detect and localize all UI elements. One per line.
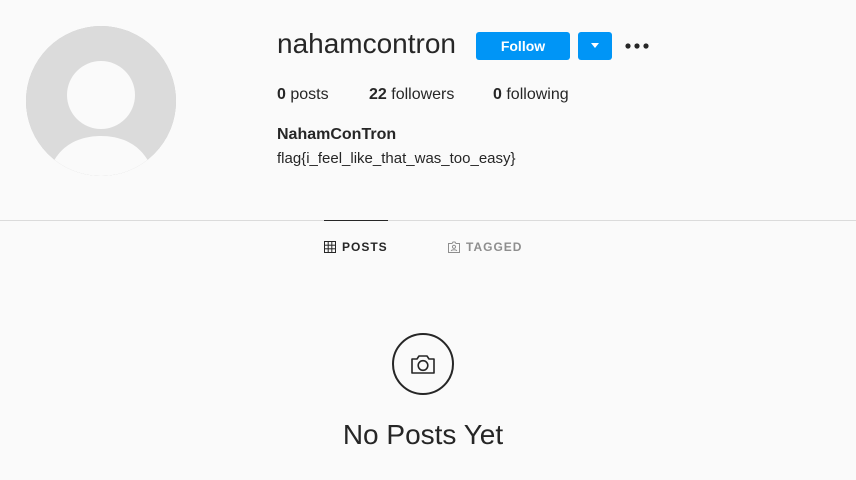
default-avatar-icon [26,26,176,176]
profile-full-name: NahamConTron [277,126,397,143]
profile-bio: flag{i_feel_like_that_was_too_easy} [277,150,516,167]
grid-icon [324,240,336,253]
profile-avatar[interactable] [26,26,176,176]
posts-stat: 0 posts [277,86,329,104]
more-options-button[interactable] [622,34,652,58]
suggested-accounts-dropdown-button[interactable] [578,32,612,60]
camera-icon [411,355,435,374]
tab-posts[interactable]: POSTS [324,220,388,272]
profile-divider [0,220,856,221]
following-stat[interactable]: 0 following [493,86,569,104]
following-label: following [506,86,569,103]
followers-stat[interactable]: 22 followers [369,86,454,104]
tab-posts-label: POSTS [342,239,388,254]
follow-button[interactable]: Follow [476,32,570,60]
tab-tagged[interactable]: TAGGED [448,220,522,272]
caret-down-icon [591,43,599,48]
followers-count: 22 [369,86,387,103]
empty-state-camera [392,333,454,395]
following-count: 0 [493,86,502,103]
more-options-icon [625,43,649,49]
profile-username: nahamcontron [277,28,457,59]
tab-tagged-label: TAGGED [466,239,523,254]
empty-state-title: No Posts Yet [342,419,504,450]
posts-label: posts [290,86,329,103]
posts-count: 0 [277,86,286,103]
tagged-icon [448,241,460,253]
followers-label: followers [391,86,455,103]
